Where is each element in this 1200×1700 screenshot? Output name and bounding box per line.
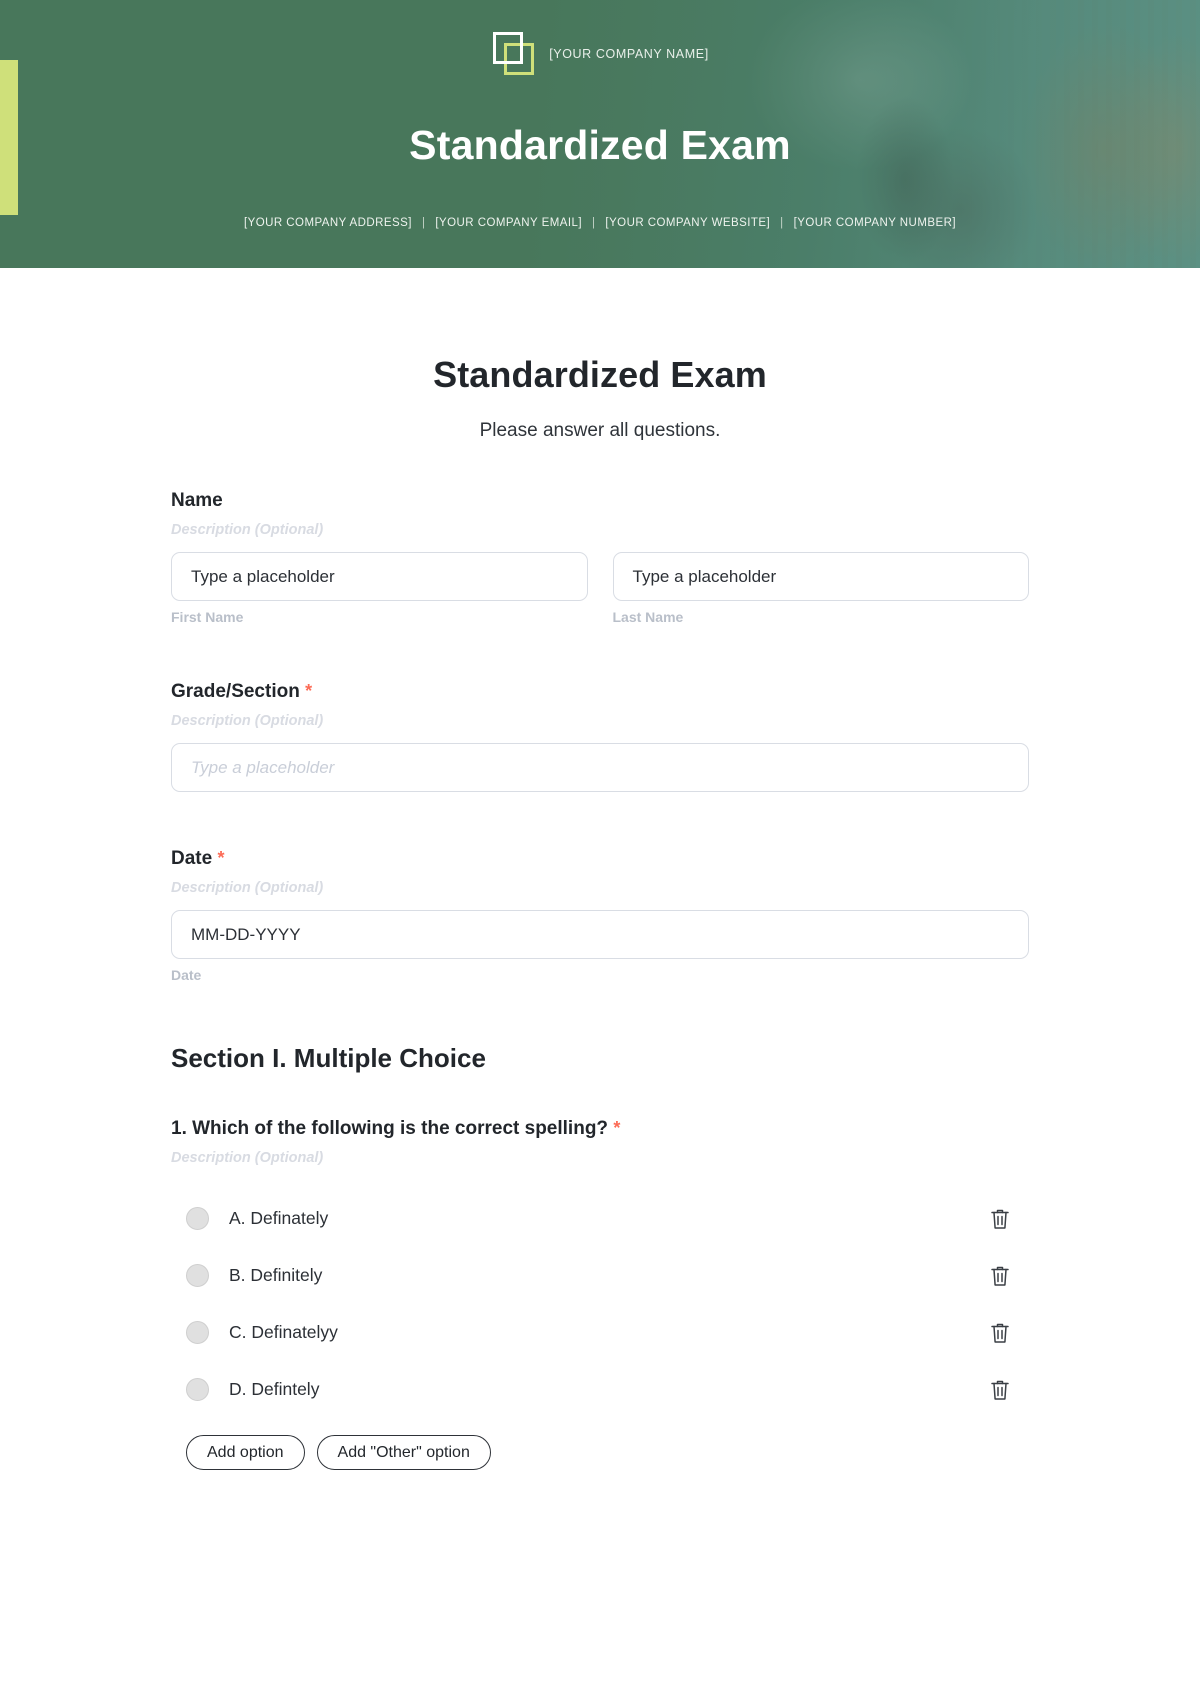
radio-button-icon[interactable] (186, 1378, 209, 1401)
date-input-row: MM-DD-YYYY (171, 910, 1029, 959)
contact-address: [YOUR COMPANY ADDRESS] (243, 217, 412, 229)
grade-section-input[interactable]: Type a placeholder (171, 743, 1029, 792)
question-1-label: 1. Which of the following is the correct… (171, 1118, 1029, 1140)
date-input[interactable]: MM-DD-YYYY (171, 910, 1029, 959)
option-row[interactable]: B. Definitely (171, 1247, 1029, 1304)
add-other-option-button[interactable]: Add "Other" option (316, 1435, 491, 1470)
question-1-text: 1. Which of the following is the correct… (171, 1118, 609, 1139)
date-sublabel: Date (171, 967, 202, 983)
field-grade-section-text: Grade/Section (171, 681, 300, 702)
form-title: Standardized Exam (433, 354, 767, 395)
question-1-options: A. Definately B. Definitely C. Definatel… (171, 1190, 1029, 1418)
first-name-input[interactable]: Type a placeholder (171, 552, 588, 601)
contact-website: [YOUR COMPANY WEBSITE] (605, 217, 771, 229)
trash-icon[interactable] (987, 1377, 1013, 1403)
brand-row: [YOUR COMPANY NAME] (0, 31, 1200, 77)
contact-separator-2: | (591, 217, 596, 229)
option-label: C. Definatelyy (229, 1322, 338, 1342)
radio-button-icon[interactable] (186, 1321, 209, 1344)
field-date-text: Date (171, 848, 213, 869)
radio-button-icon[interactable] (186, 1207, 209, 1230)
page-header: [YOUR COMPANY NAME] Standardized Exam [Y… (0, 0, 1200, 268)
trash-icon[interactable] (987, 1206, 1013, 1232)
contact-number: [YOUR COMPANY NUMBER] (793, 217, 956, 229)
contact-separator-3: | (780, 217, 784, 229)
contact-email: [YOUR COMPANY EMAIL] (435, 217, 582, 229)
add-option-button[interactable]: Add option (186, 1435, 305, 1470)
field-name-label: Name (171, 490, 223, 511)
company-name-label: [YOUR COMPANY NAME] (549, 47, 709, 61)
header-title: Standardized Exam (409, 122, 791, 168)
company-logo-icon (491, 31, 537, 77)
first-name-sublabel: First Name (171, 609, 244, 625)
spacer-after-name (171, 625, 1029, 681)
grade-section-input-row: Type a placeholder (171, 743, 1029, 792)
form-page: Standardized Exam Please answer all ques… (0, 354, 1200, 1470)
option-label: B. Definitely (229, 1265, 323, 1285)
spacer-after-grade (171, 792, 1029, 848)
field-grade-section: Grade/Section * Description (Optional) T… (171, 681, 1029, 792)
field-date: Date * Description (Optional) MM-DD-YYYY… (171, 848, 1029, 983)
add-option-row: Add option Add "Other" option (171, 1435, 1029, 1470)
option-row[interactable]: A. Definately (171, 1190, 1029, 1247)
form-subtitle: Please answer all questions. (479, 420, 721, 441)
option-row[interactable]: D. Defintely (171, 1361, 1029, 1418)
section-one-heading: Section I. Multiple Choice (171, 1043, 486, 1073)
required-star-grade-section: * (305, 681, 313, 701)
last-name-sublabel: Last Name (612, 609, 684, 625)
field-date-label: Date * (171, 848, 1029, 870)
required-star-question-1: * (613, 1118, 621, 1138)
last-name-input[interactable]: Type a placeholder (612, 552, 1029, 601)
name-input-row: Type a placeholder Type a placeholder (171, 552, 1029, 601)
field-date-description: Description (Optional) (171, 880, 324, 896)
contact-separator-1: | (421, 217, 426, 229)
radio-button-icon[interactable] (186, 1264, 209, 1287)
field-grade-section-description: Description (Optional) (171, 713, 324, 729)
question-1-description: Description (Optional) (171, 1150, 324, 1166)
required-star-date: * (217, 848, 225, 868)
field-name: Name Description (Optional) Type a place… (171, 490, 1029, 625)
field-grade-section-label: Grade/Section * (171, 681, 1029, 703)
trash-icon[interactable] (987, 1320, 1013, 1346)
option-row[interactable]: C. Definatelyy (171, 1304, 1029, 1361)
form-body: Name Description (Optional) Type a place… (171, 442, 1029, 1470)
trash-icon[interactable] (987, 1263, 1013, 1289)
header-contact-row: [YOUR COMPANY ADDRESS] | [YOUR COMPANY E… (0, 217, 1200, 229)
name-sublabel-row: First Name Last Name (171, 601, 1029, 625)
option-label: D. Defintely (229, 1379, 320, 1399)
logo-square-white (493, 32, 524, 64)
field-name-description: Description (Optional) (171, 522, 324, 538)
option-label: A. Definately (229, 1208, 329, 1228)
